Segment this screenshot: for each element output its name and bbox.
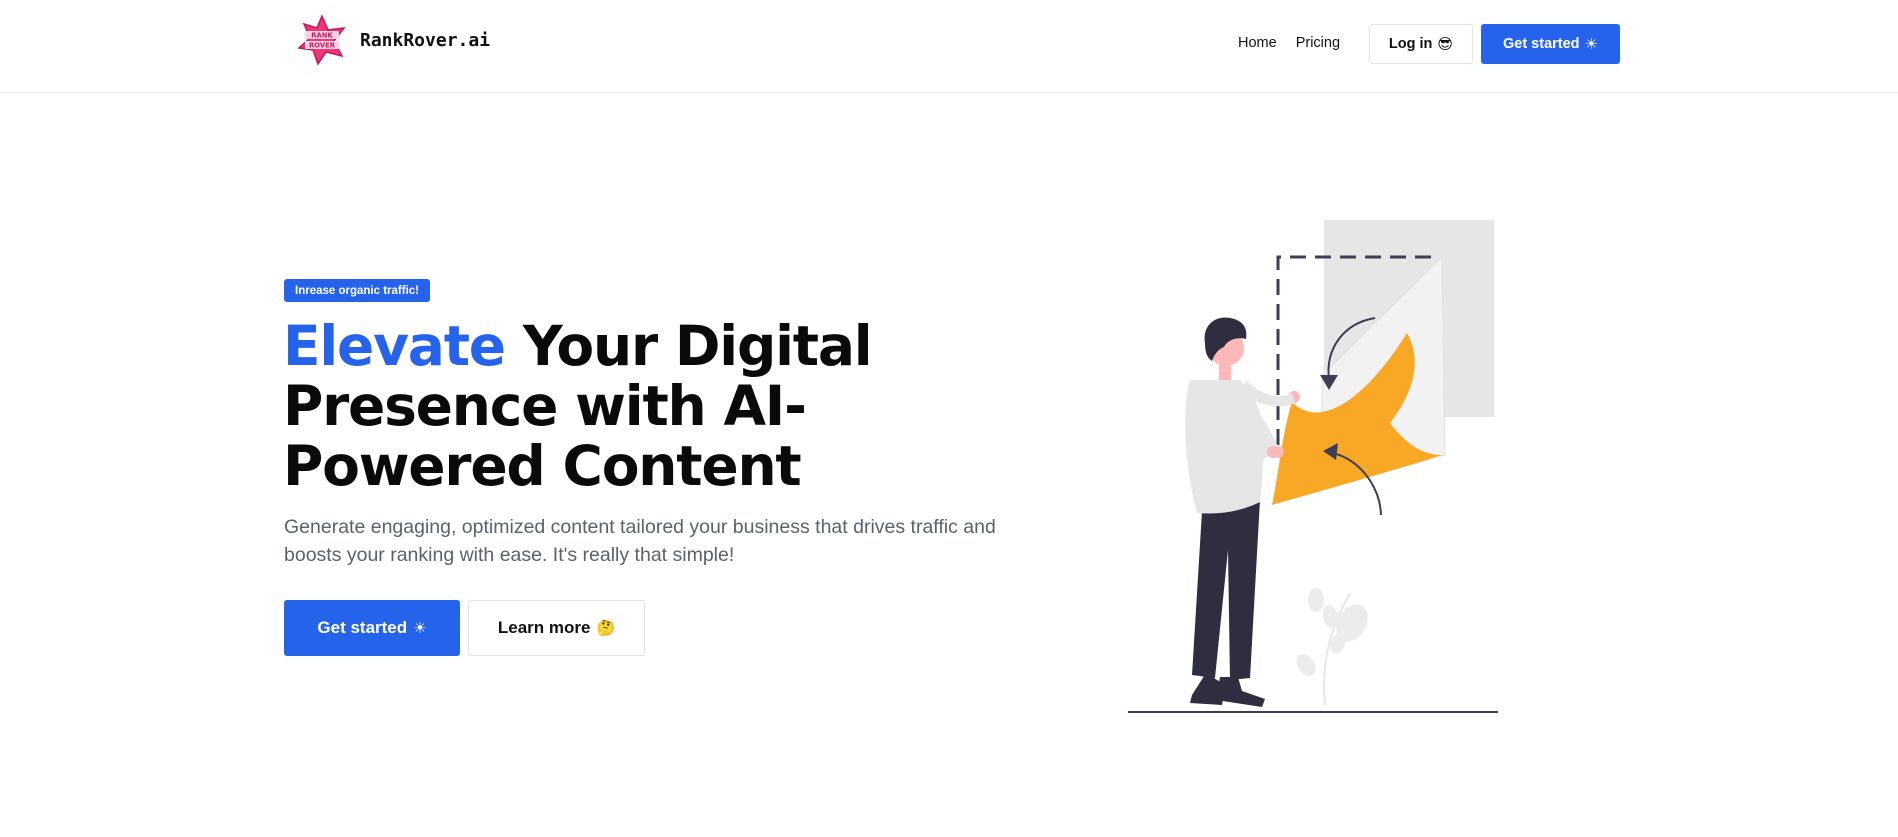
brand-link[interactable]: RANK ROVER RankRover.ai (296, 14, 490, 66)
login-button[interactable]: Log in 😎 (1369, 24, 1473, 64)
learn-more-button[interactable]: Learn more 🤔 (468, 600, 645, 656)
brand-name: RankRover.ai (360, 29, 491, 51)
main-nav: Home Pricing (1238, 35, 1340, 51)
hero-get-started-label: Get started (317, 618, 408, 637)
hero-illustration (1128, 220, 1498, 713)
sun-icon: ☀ (1584, 35, 1598, 53)
navbar: RANK ROVER RankRover.ai Home Pricing Log… (0, 0, 1898, 93)
plant (1296, 588, 1368, 706)
sun-icon: ☀ (413, 619, 427, 637)
nav-get-started-button[interactable]: Get started ☀ (1481, 24, 1620, 64)
svg-text:ROVER: ROVER (309, 42, 336, 50)
login-label: Log in (1388, 36, 1433, 52)
hero-title-accent: Elevate (283, 314, 506, 378)
hero-get-started-button[interactable]: Get started ☀ (284, 600, 460, 656)
rankrover-logo: RANK ROVER (297, 14, 346, 66)
hero-badge: Inrease organic traffic! (284, 279, 430, 302)
person-figure (1185, 317, 1300, 707)
thinking-icon: 🤔 (596, 619, 616, 637)
hero-title: Elevate Your Digital Presence with AI-Po… (283, 316, 923, 496)
learn-more-label: Learn more (497, 618, 591, 637)
hero-subtitle: Generate engaging, optimized content tai… (284, 516, 996, 566)
sunglasses-icon: 😎 (1437, 35, 1454, 53)
nav-link-home[interactable]: Home (1238, 35, 1277, 51)
nav-link-pricing[interactable]: Pricing (1296, 35, 1340, 51)
svg-text:RANK: RANK (311, 32, 333, 40)
nav-get-started-label: Get started (1502, 36, 1580, 52)
